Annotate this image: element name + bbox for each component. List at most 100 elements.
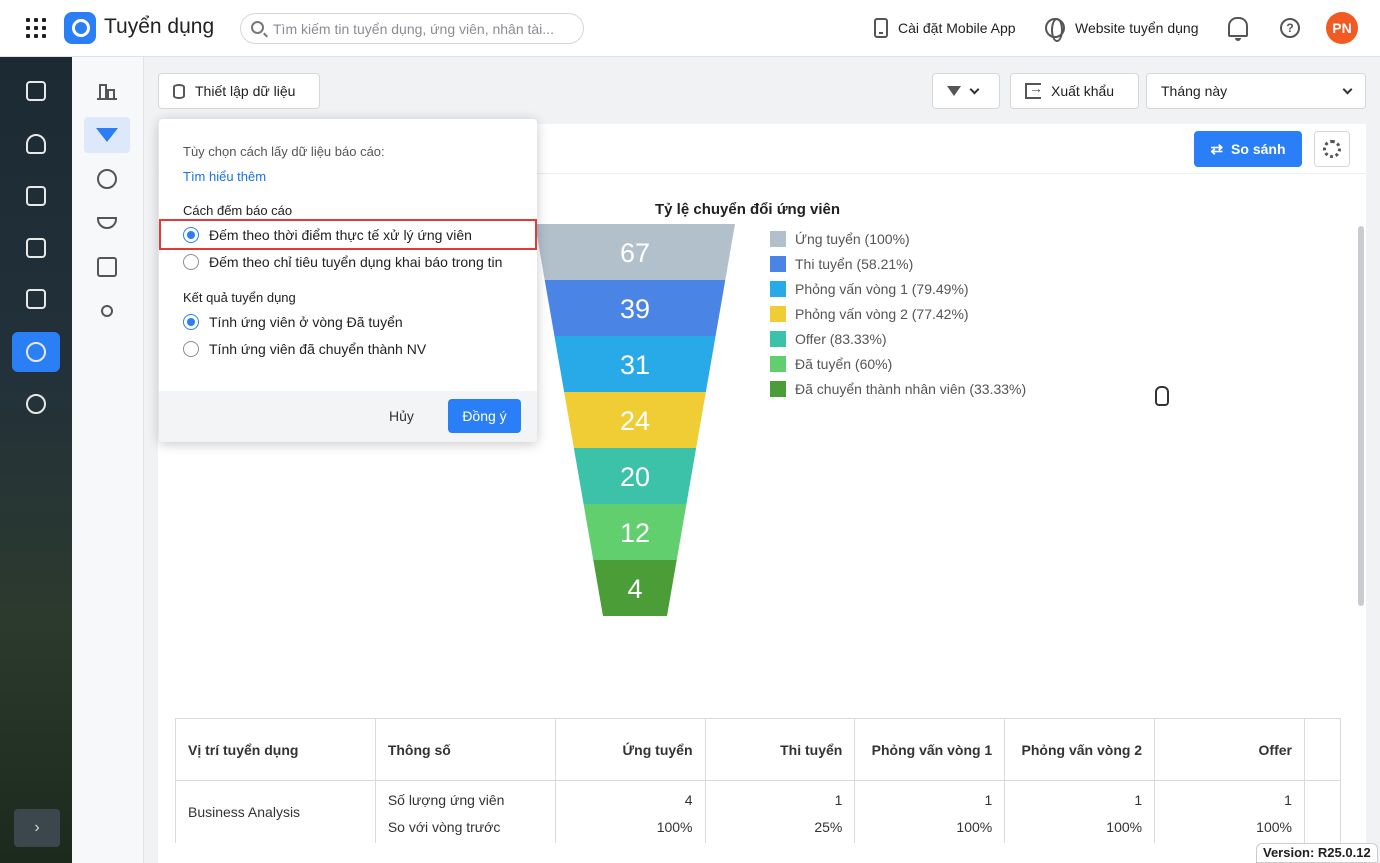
swap-icon: ⇄ (1210, 141, 1224, 158)
globe-icon (1045, 18, 1065, 42)
table-header: Phỏng vấn vòng 1 (854, 718, 1006, 781)
data-setup-button[interactable]: Thiết lập dữ liệu (158, 73, 320, 109)
users-icon (26, 134, 46, 154)
legend-item[interactable]: Phỏng vấn vòng 2 (77.42%) (770, 301, 1026, 326)
legend-label: Đã chuyển thành nhân viên (33.33%) (795, 380, 1027, 397)
data-setup-label: Thiết lập dữ liệu (195, 83, 296, 99)
table-cell: 100% (1004, 811, 1156, 843)
confirm-button[interactable]: Đồng ý (448, 399, 521, 433)
table-cell: 1 (1004, 780, 1156, 812)
funnel-chart: 67 39 31 24 20 12 4 (535, 224, 735, 616)
search-input[interactable] (273, 14, 573, 43)
report-nav-user[interactable] (84, 293, 130, 329)
learn-more-link[interactable]: Tìm hiểu thêm (183, 169, 266, 184)
result-option-hired[interactable]: Tính ứng viên ở vòng Đã tuyển (183, 314, 403, 330)
legend-swatch (770, 330, 786, 347)
radio-checked[interactable] (183, 314, 199, 330)
app-logo (64, 12, 96, 44)
table-cell: 1 (854, 780, 1006, 812)
sidebar-item-candidates[interactable] (12, 124, 60, 164)
legend-item[interactable]: Ứng tuyển (100%) (770, 226, 1026, 251)
report-nav-pie[interactable] (84, 161, 130, 197)
table-cell: 100% (1154, 811, 1305, 843)
table-cell: 100% (854, 811, 1006, 843)
funnel-value-label: 4 (627, 574, 642, 604)
legend-item[interactable]: Phỏng vấn vòng 1 (79.49%) (770, 276, 1026, 301)
vertical-scrollbar[interactable] (1358, 226, 1364, 606)
top-bar: Tuyển dụng Cài đặt Mobile App Website tu… (0, 0, 1380, 57)
apps-grid-icon[interactable] (26, 18, 46, 38)
table-row: Business Analysis Số lượng ứng viên 4 1 … (175, 780, 1342, 843)
cancel-button[interactable]: Hủy (389, 408, 414, 424)
result-option-employee-label: Tính ứng viên đã chuyển thành NV (209, 341, 427, 357)
sidebar-item-tasks[interactable] (12, 279, 60, 319)
period-select[interactable]: Tháng này (1146, 73, 1366, 109)
export-button[interactable]: Xuất khẩu (1010, 73, 1139, 109)
mobile-app-label: Cài đặt Mobile App (898, 20, 1016, 36)
report-nav-funnel[interactable] (84, 117, 130, 153)
export-label: Xuất khẩu (1051, 83, 1115, 99)
table-cell: 4 (554, 780, 706, 812)
result-option-employee[interactable]: Tính ứng viên đã chuyển thành NV (183, 341, 426, 357)
chart-settings-button[interactable] (1314, 131, 1350, 167)
conversion-table: Vị trí tuyển dụng Thông số Ứng tuyển Thi… (175, 718, 1342, 843)
database-icon (173, 83, 185, 99)
legend-item[interactable]: Thi tuyển (58.21%) (770, 251, 1026, 276)
funnel-value-label: 39 (620, 294, 650, 324)
legend-swatch (770, 230, 786, 247)
user-scan-icon (26, 238, 46, 258)
table-cell: 1 (704, 780, 856, 812)
compare-button[interactable]: ⇄ So sánh (1194, 131, 1302, 167)
report-nav-source[interactable] (84, 205, 130, 241)
gear-icon (26, 394, 46, 414)
funnel-value-label: 67 (620, 238, 650, 268)
funnel-value-label: 31 (620, 350, 650, 380)
dashboard-icon (26, 81, 46, 101)
help-icon[interactable]: ? (1280, 18, 1300, 38)
filter-button[interactable] (932, 73, 1000, 109)
report-sidebar (72, 57, 144, 863)
sidebar-item-talent[interactable] (12, 228, 60, 268)
popup-footer: Hủy Đồng ý (159, 391, 537, 442)
result-option-hired-label: Tính ứng viên ở vòng Đã tuyển (209, 314, 403, 330)
sidebar-item-calendar[interactable] (12, 176, 60, 216)
notification-bell-icon[interactable] (1228, 17, 1248, 41)
data-setup-popup: Tùy chọn cách lấy dữ liệu báo cáo: Tìm h… (159, 119, 537, 442)
count-option-target[interactable]: Đếm theo chỉ tiêu tuyển dụng khai báo tr… (183, 254, 502, 270)
radio-unchecked[interactable] (183, 254, 199, 270)
app-title: Tuyển dụng (104, 15, 215, 38)
website-link[interactable]: Website tuyển dụng (1045, 18, 1199, 42)
report-nav-bar-chart[interactable] (84, 73, 130, 109)
mobile-phone-icon (874, 18, 888, 38)
sidebar-item-dashboard[interactable] (12, 71, 60, 111)
legend-label: Thi tuyển (58.21%) (795, 255, 914, 272)
mobile-app-link[interactable]: Cài đặt Mobile App (874, 18, 1016, 38)
filter-icon (947, 86, 961, 96)
hand-icon (97, 217, 117, 229)
legend-label: Phỏng vấn vòng 1 (79.49%) (795, 280, 969, 297)
search-box[interactable] (240, 13, 584, 44)
legend-swatch (770, 380, 786, 397)
chevron-down-icon (1342, 84, 1353, 94)
sidebar-item-settings[interactable] (12, 384, 60, 424)
report-nav-trend[interactable] (84, 249, 130, 285)
expand-sidebar-button[interactable]: › (14, 809, 60, 847)
legend-item[interactable]: Offer (83.33%) (770, 326, 1026, 351)
table-cell: 100% (554, 811, 706, 843)
hand-cursor-icon (1155, 386, 1169, 406)
chart-title: Tỷ lệ chuyển đổi ứng viên (655, 201, 841, 218)
gear-icon (1323, 140, 1341, 158)
table-header-extra (1303, 718, 1342, 781)
sidebar-item-reports[interactable] (12, 332, 60, 372)
radio-unchecked[interactable] (183, 341, 199, 357)
legend-swatch (770, 355, 786, 372)
legend-item[interactable]: Đã chuyển thành nhân viên (33.33%) (770, 376, 1026, 401)
legend-item[interactable]: Đã tuyển (60%) (770, 351, 1026, 376)
table-header: Thi tuyển (704, 718, 856, 781)
result-section-title: Kết quả tuyển dụng (183, 290, 296, 305)
legend-swatch (770, 255, 786, 272)
main-sidebar: › (0, 57, 72, 863)
user-avatar[interactable]: PN (1326, 12, 1358, 44)
legend-label: Đã tuyển (60%) (795, 355, 893, 372)
legend-swatch (770, 280, 786, 297)
